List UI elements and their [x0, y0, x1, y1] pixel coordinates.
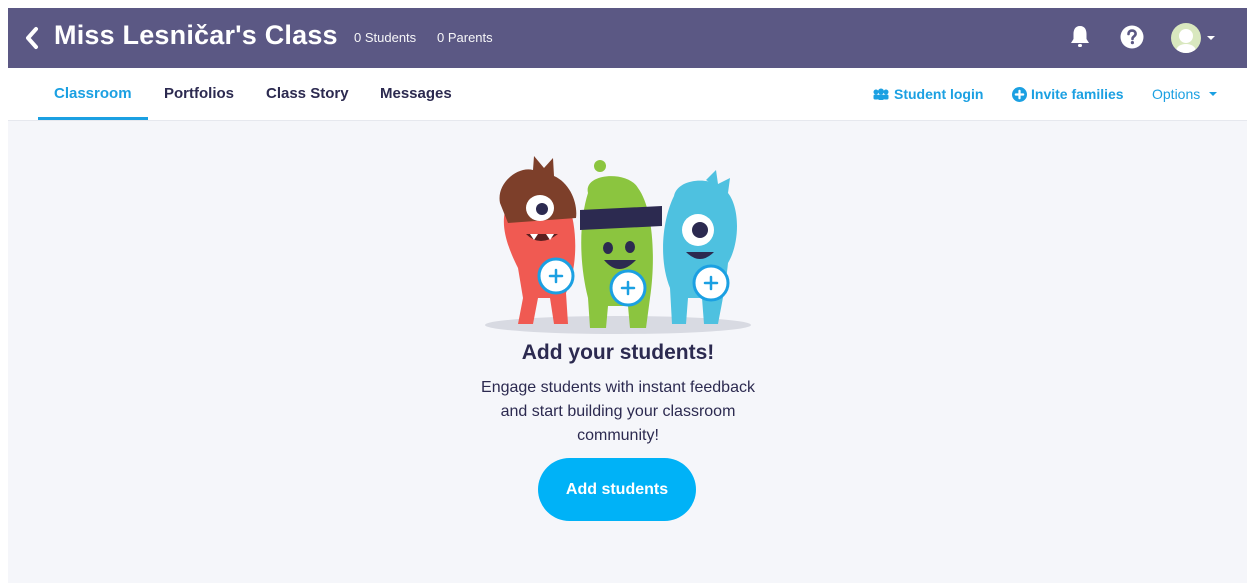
- student-login-label: Student login: [894, 86, 984, 102]
- invite-families-label: Invite families: [1031, 86, 1124, 102]
- tab-messages[interactable]: Messages: [380, 68, 452, 120]
- avatar[interactable]: [1171, 23, 1201, 53]
- options-dropdown[interactable]: Options: [1152, 68, 1222, 120]
- empty-state-title: Add your students!: [521, 341, 715, 364]
- invite-families-link[interactable]: Invite families: [1012, 68, 1124, 120]
- students-count[interactable]: 0 Students: [354, 30, 416, 45]
- bell-icon[interactable]: [1069, 24, 1091, 50]
- plus-circle-icon: [1012, 86, 1027, 102]
- app-frame: Miss Lesničar's Class 0 Students 0 Paren…: [8, 8, 1247, 583]
- class-title: Miss Lesničar's Class: [54, 20, 338, 50]
- avatar-person-icon: [1176, 29, 1196, 53]
- tab-portfolios[interactable]: Portfolios: [164, 68, 234, 120]
- class-nav: Classroom Portfolios Class Story Message…: [8, 68, 1247, 121]
- caret-down-icon[interactable]: [1206, 35, 1216, 41]
- options-label: Options: [1152, 86, 1201, 102]
- help-icon[interactable]: [1120, 25, 1144, 49]
- class-header: Miss Lesničar's Class 0 Students 0 Paren…: [8, 8, 1247, 68]
- active-tab-indicator: [38, 117, 148, 120]
- parents-count[interactable]: 0 Parents: [437, 30, 493, 45]
- monsters-illustration: [485, 156, 751, 334]
- add-students-button[interactable]: Add students: [538, 458, 696, 521]
- back-chevron-icon[interactable]: [22, 25, 44, 51]
- tab-class-story[interactable]: Class Story: [266, 68, 349, 120]
- tab-classroom[interactable]: Classroom: [54, 68, 132, 120]
- student-login-link[interactable]: Student login: [872, 68, 983, 120]
- empty-state-description: Engage students with instant feedback an…: [481, 379, 755, 444]
- caret-down-icon: [1209, 92, 1218, 97]
- student-login-icon: [873, 88, 889, 101]
